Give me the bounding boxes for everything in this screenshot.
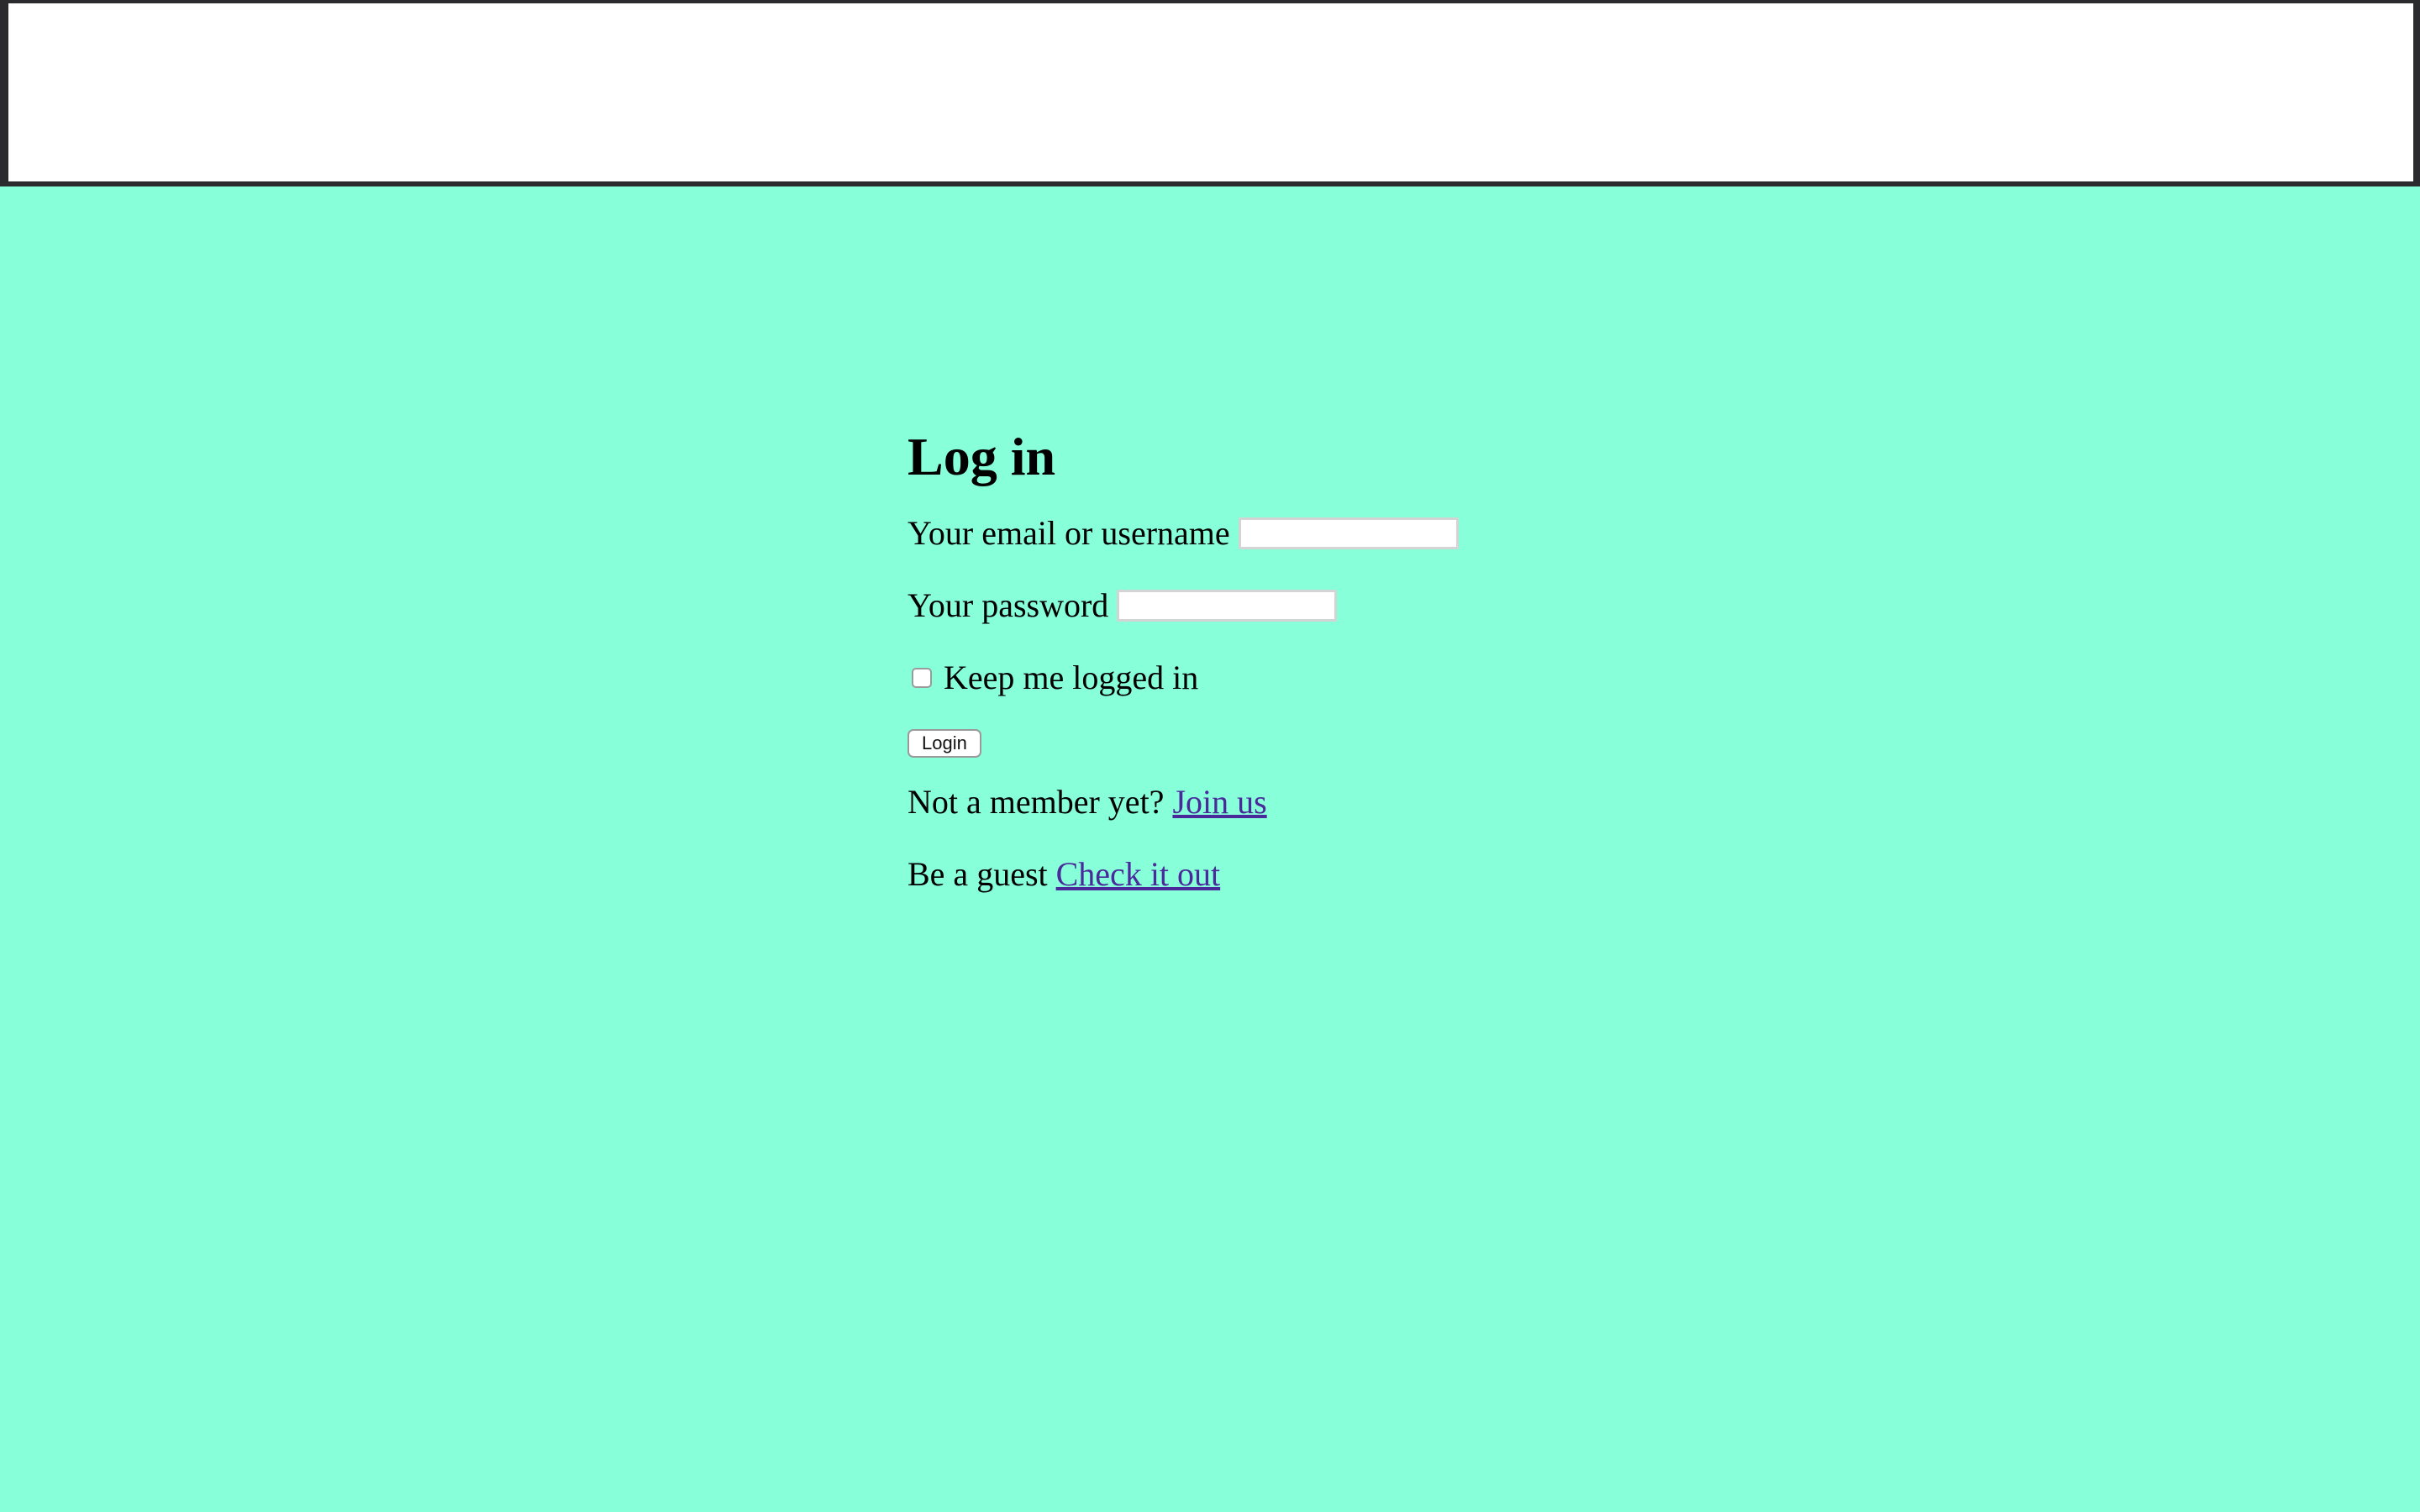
page-title: Log in xyxy=(908,427,1056,486)
check-it-out-link[interactable]: Check it out xyxy=(1056,852,1221,897)
email-input[interactable] xyxy=(1238,517,1459,549)
keep-logged-in-label: Keep me logged in xyxy=(944,659,1199,696)
signup-prompt: Not a member yet? xyxy=(908,783,1165,821)
password-row: Your password xyxy=(908,583,1664,628)
login-form: Log in Your email or username Your passw… xyxy=(908,420,1664,897)
keep-logged-in-row: Keep me logged in xyxy=(908,655,1664,701)
browser-top-frame xyxy=(0,0,2420,186)
join-us-link[interactable]: Join us xyxy=(1172,780,1266,825)
login-button[interactable]: Login xyxy=(908,729,981,758)
email-label: Your email or username xyxy=(908,514,1230,552)
guest-prompt: Be a guest xyxy=(908,855,1048,893)
login-button-row: Login xyxy=(908,729,1664,758)
email-row: Your email or username xyxy=(908,511,1664,556)
password-input[interactable] xyxy=(1117,590,1338,622)
guest-row: Be a guest Check it out xyxy=(908,852,1664,897)
keep-logged-in-checkbox[interactable] xyxy=(912,668,932,688)
signup-row: Not a member yet? Join us xyxy=(908,780,1664,825)
password-label: Your password xyxy=(908,586,1109,624)
blank-top-area xyxy=(8,3,2413,181)
